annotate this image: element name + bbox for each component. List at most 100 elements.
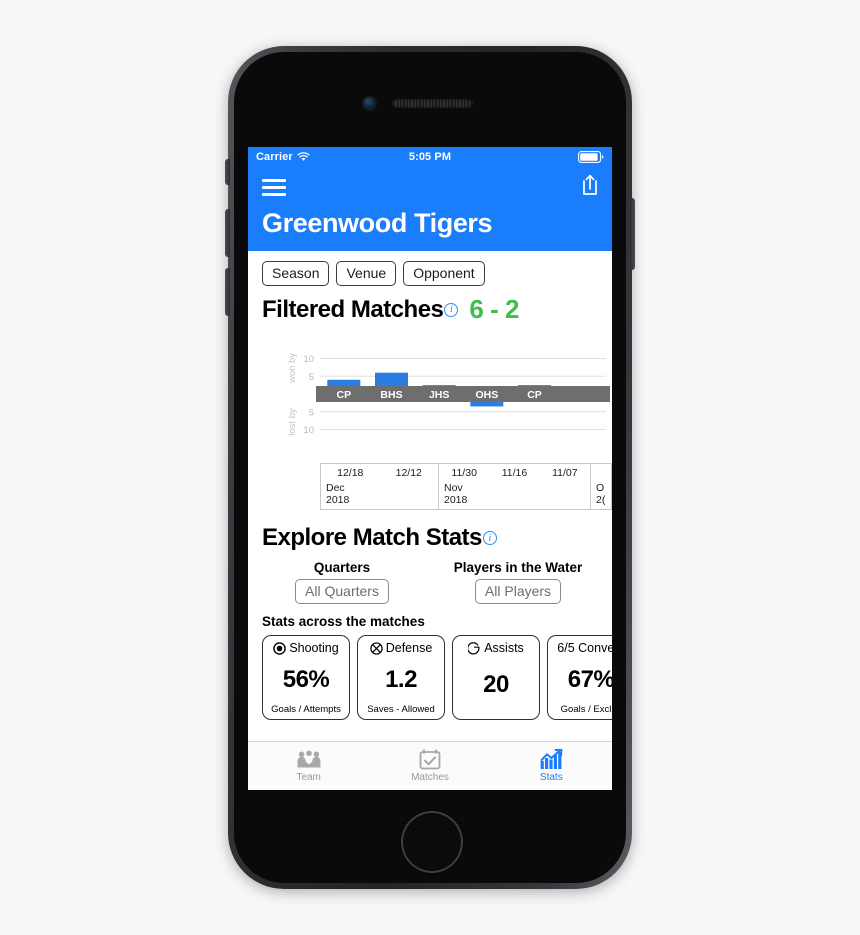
status-bar: Carrier 5:05 PM (248, 147, 612, 167)
front-camera (363, 97, 376, 110)
tab-item-stats[interactable]: Stats (491, 742, 612, 790)
stat-card-subtitle: Goals / Attempts (271, 704, 341, 715)
stat-card-name: Shooting (289, 641, 339, 655)
svg-text:10: 10 (303, 354, 314, 365)
info-icon[interactable]: i (482, 531, 497, 545)
phone-screen: Carrier 5:05 PM Greenwood Tigers Season … (248, 147, 612, 790)
date-axis-table: 12/18 12/12 Dec 2018 11/30 11/16 11/07 Nov 2018 O… (320, 463, 612, 510)
record-score: 6 - 2 (469, 294, 519, 324)
match-differential-chart: 10 5 5 10 won by lost by CP BHS JHS OHS CP (248, 337, 612, 455)
page-title: Greenwood Tigers (262, 208, 493, 238)
volume-down-button[interactable] (225, 268, 230, 316)
nav-bar: Greenwood Tigers (248, 167, 612, 251)
date-tick-row: 11/30 11/16 11/07 (439, 464, 590, 482)
svg-text:lost by: lost by (287, 408, 298, 436)
tab-item-team[interactable]: Team (248, 742, 369, 790)
date-tick: 12/18 (337, 467, 364, 479)
explore-match-stats-title: Explore Match Stats (262, 524, 482, 551)
svg-text:5: 5 (309, 407, 314, 418)
quarters-label: Quarters (313, 560, 371, 575)
date-month-year: Dec (326, 482, 345, 494)
date-tick: 11/07 (552, 467, 578, 479)
svg-text:5: 5 (309, 372, 314, 383)
stat-card-name: Defense (385, 641, 433, 655)
tab-item-matches[interactable]: Matches (369, 742, 490, 790)
stat-card-header: Defense (370, 641, 433, 655)
tab-item-label: Matches (411, 772, 449, 783)
players-label: Players in the Water (453, 560, 583, 575)
stat-card-defense[interactable]: Defense 1.2 Saves - Allowed (357, 635, 445, 720)
stat-card-6-5-convers[interactable]: 6/5 Convers 67% Goals / Exclus (547, 635, 612, 720)
silent-switch[interactable] (225, 159, 230, 185)
hamburger-menu-icon[interactable] (262, 178, 286, 196)
power-button[interactable] (630, 198, 635, 270)
explore-match-stats-heading: Explore Match Stats i (248, 510, 612, 552)
players-selector-group: Players in the Water All Players (430, 560, 606, 604)
stat-card-assists[interactable]: Assists 20 (452, 635, 540, 720)
team-icon (297, 749, 321, 770)
date-year: 2018 (326, 494, 350, 506)
calendar-check-icon (419, 749, 441, 770)
filter-chip-opponent[interactable]: Opponent (403, 261, 485, 286)
stat-card-name: Assists (484, 641, 524, 655)
stat-card-subtitle: Saves - Allowed (367, 704, 435, 715)
phone-frame: Carrier 5:05 PM Greenwood Tigers Season … (225, 46, 635, 889)
date-group: 11/30 11/16 11/07 Nov 2018 (439, 464, 591, 509)
stat-card-value: 1.2 (385, 665, 417, 693)
stat-card-subtitle: Goals / Exclus (560, 704, 612, 715)
stat-card-value: 20 (483, 671, 509, 698)
filter-chip-season[interactable]: Season (262, 261, 330, 286)
stat-card-value: 67% (567, 665, 612, 693)
share-icon[interactable] (578, 173, 598, 202)
stat-card-value: 56% (282, 665, 330, 693)
svg-text:JHS: JHS (429, 389, 449, 401)
selector-row: Quarters All Quarters Players in the Wat… (248, 560, 612, 604)
quarters-selector-group: Quarters All Quarters (254, 560, 430, 604)
blocked-icon (370, 641, 383, 655)
stats-across-label: Stats across the matches (262, 614, 425, 629)
home-button[interactable] (401, 811, 463, 873)
bar-chart-icon (540, 749, 563, 770)
svg-text:OHS: OHS (475, 389, 498, 401)
tab-bar: Team Matches Stats (248, 741, 612, 790)
tab-item-label: Stats (539, 772, 563, 783)
stat-card-name: 6/5 Convers (557, 641, 612, 655)
svg-text:won by: won by (287, 353, 298, 384)
chart-svg: 10 5 5 10 won by lost by CP BHS JHS OHS CP (287, 353, 610, 436)
stat-card-header: Assists (468, 641, 524, 655)
svg-text:CP: CP (527, 389, 542, 401)
info-icon[interactable]: i (444, 302, 459, 317)
battery-icon (578, 151, 604, 163)
date-year: 2018 (444, 494, 468, 506)
svg-text:10: 10 (303, 425, 314, 436)
date-tick: 12/12 (395, 467, 422, 479)
quarters-select[interactable]: All Quarters (295, 579, 389, 604)
filter-chip-row: Season Venue Opponent (248, 251, 612, 286)
svg-text:CP: CP (337, 389, 352, 401)
players-select[interactable]: All Players (474, 579, 562, 604)
tab-item-label: Team (296, 771, 321, 783)
svg-text:BHS: BHS (380, 389, 402, 401)
date-tick: 11/16 (501, 467, 528, 479)
stat-card-row: Shooting 56% Goals / Attempts Defense 1.2 Sav… (248, 629, 612, 720)
stat-card-shooting[interactable]: Shooting 56% Goals / Attempts (262, 635, 350, 720)
stat-card-header: Shooting (273, 641, 339, 655)
assist-icon (468, 641, 481, 655)
carrier-label: Carrier (256, 151, 293, 163)
phone-bezel: Carrier 5:05 PM Greenwood Tigers Season … (234, 52, 626, 883)
filter-chip-venue[interactable]: Venue (336, 261, 397, 286)
filtered-matches-title: Filtered Matches (262, 295, 444, 323)
volume-up-button[interactable] (225, 209, 230, 257)
earpiece-speaker (392, 99, 473, 108)
date-year: 2( (596, 494, 606, 506)
date-tick-row: 12/18 12/12 (321, 464, 438, 482)
date-group: O 2( (591, 464, 611, 509)
date-month-year: Nov (444, 482, 463, 494)
target-icon (273, 641, 287, 655)
date-month-year: O (596, 482, 605, 494)
filtered-matches-heading: Filtered Matches i 6 - 2 (248, 286, 612, 325)
wifi-icon (297, 152, 310, 162)
date-tick-row (591, 464, 611, 482)
date-group: 12/18 12/12 Dec 2018 (321, 464, 439, 509)
date-tick: 11/30 (451, 467, 477, 479)
